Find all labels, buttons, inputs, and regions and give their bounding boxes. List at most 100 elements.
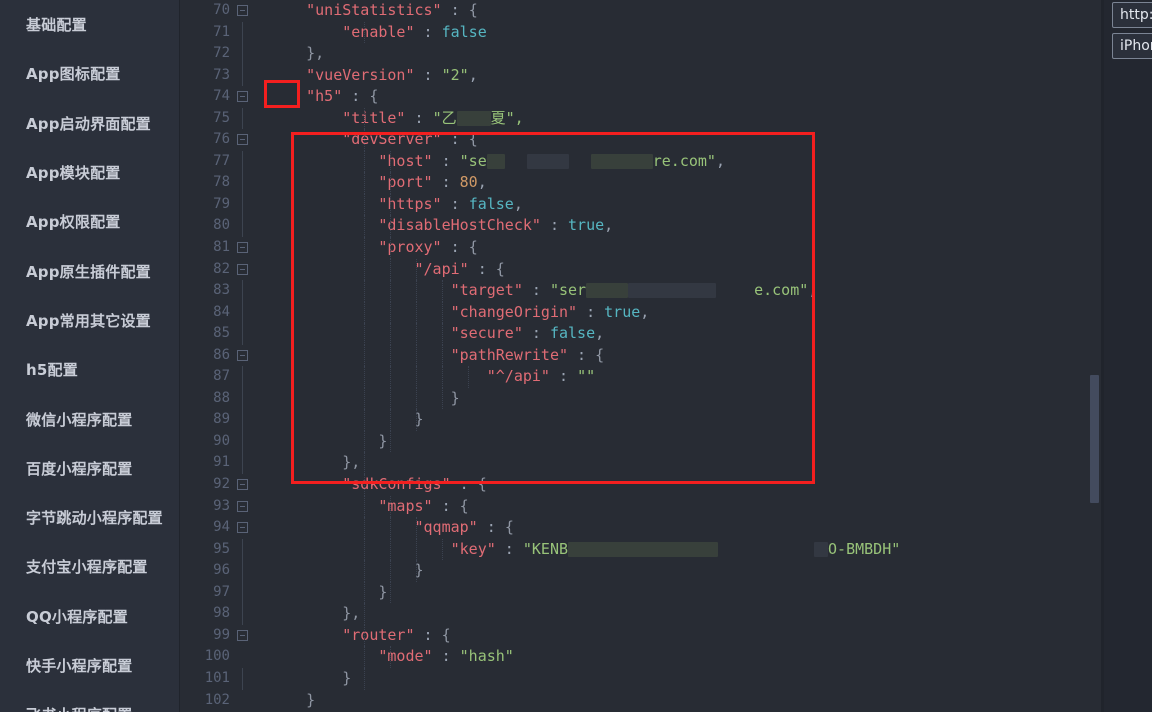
indent-guide bbox=[390, 646, 392, 668]
code-line[interactable]: "disableHostCheck" : true, bbox=[268, 215, 1152, 238]
code-content[interactable]: "uniStatistics" : { "enable" : false }, … bbox=[268, 0, 1152, 712]
code-token: { bbox=[369, 87, 379, 106]
sidebar-item-label: App原生插件配置 bbox=[26, 262, 151, 281]
gutter-row: 83 bbox=[180, 280, 268, 302]
code-line[interactable]: "proxy" : { bbox=[268, 237, 1152, 259]
code-line[interactable]: "/api" : { bbox=[268, 258, 1152, 281]
code-token: "se bbox=[459, 151, 487, 170]
code-line[interactable]: "uniStatistics" : { bbox=[268, 0, 1152, 22]
sidebar-item-10[interactable]: 字节跳动小程序配置 bbox=[0, 493, 179, 542]
code-line[interactable]: } bbox=[268, 667, 1152, 690]
sidebar-item-2[interactable]: App启动界面配置 bbox=[0, 99, 179, 148]
code-line[interactable]: }, bbox=[268, 603, 1152, 625]
code-line[interactable]: } bbox=[268, 690, 1152, 712]
preview-url-input[interactable]: http:// bbox=[1112, 2, 1152, 28]
code-line[interactable]: "https" : false, bbox=[268, 193, 1152, 216]
sidebar-item-1[interactable]: App图标配置 bbox=[0, 49, 179, 98]
indent-guide bbox=[364, 474, 366, 496]
code-fold-toggle-icon[interactable] bbox=[237, 5, 248, 16]
sidebar-item-3[interactable]: App模块配置 bbox=[0, 148, 179, 197]
code-fold-toggle-icon[interactable] bbox=[237, 479, 248, 491]
code-line[interactable]: "changeOrigin" : true, bbox=[268, 301, 1152, 324]
indent-guide bbox=[442, 344, 444, 367]
code-token: { bbox=[468, 130, 478, 149]
code-line[interactable]: } bbox=[268, 581, 1152, 604]
sidebar-item-0[interactable]: 基础配置 bbox=[0, 0, 179, 49]
code-fold-toggle-icon[interactable] bbox=[237, 349, 248, 361]
gutter-row: 84 bbox=[180, 301, 268, 324]
sidebar-item-7[interactable]: h5配置 bbox=[0, 345, 179, 394]
line-number: 79 bbox=[213, 195, 230, 212]
code-line[interactable]: "qqmap" : { bbox=[268, 517, 1152, 539]
code-line[interactable]: "secure" : false, bbox=[268, 323, 1152, 345]
code-token: : bbox=[441, 238, 469, 257]
sidebar-item-12[interactable]: QQ小程序配置 bbox=[0, 592, 179, 641]
preview-device-select[interactable]: iPhone bbox=[1112, 33, 1152, 59]
code-line[interactable]: "enable" : false bbox=[268, 21, 1152, 44]
code-fold-toggle-icon[interactable] bbox=[237, 522, 248, 534]
gutter-row: 91 bbox=[180, 452, 268, 475]
code-line[interactable]: "maps" : { bbox=[268, 495, 1152, 518]
sidebar-item-label: 支付宝小程序配置 bbox=[26, 558, 148, 577]
sidebar-item-5[interactable]: App原生插件配置 bbox=[0, 246, 179, 295]
sidebar-item-9[interactable]: 百度小程序配置 bbox=[0, 444, 179, 493]
code-line[interactable]: } bbox=[268, 387, 1152, 410]
code-fold-toggle-icon[interactable] bbox=[237, 263, 248, 275]
code-line[interactable]: "key" : "KENB O-BMBDH" bbox=[268, 538, 1152, 561]
code-token: "^/api" bbox=[486, 367, 550, 386]
gutter-row: 80 bbox=[180, 215, 268, 238]
code-line[interactable]: } bbox=[268, 430, 1152, 453]
indent-guide bbox=[416, 301, 418, 324]
vertical-scrollbar-track[interactable] bbox=[1090, 0, 1101, 712]
code-line[interactable]: "vueVersion" : "2", bbox=[268, 65, 1152, 87]
code-line[interactable]: "devServer" : { bbox=[268, 129, 1152, 151]
code-token: ", bbox=[505, 108, 524, 127]
code-token: { bbox=[495, 259, 505, 278]
sidebar-item-6[interactable]: App常用其它设置 bbox=[0, 296, 179, 345]
source-code-editor[interactable]: 70 71 72 73 74 75 76 77 78 79 80 81 82 83 84 85 86 87 88 89… bbox=[180, 0, 1152, 712]
gutter-row: 78 bbox=[180, 172, 268, 194]
sidebar-item-4[interactable]: App权限配置 bbox=[0, 197, 179, 246]
code-line[interactable]: "host" : "se re.com", bbox=[268, 150, 1152, 173]
sidebar-item-13[interactable]: 快手小程序配置 bbox=[0, 641, 179, 690]
code-line[interactable]: "port" : 80, bbox=[268, 172, 1152, 194]
code-line[interactable]: "mode" : "hash" bbox=[268, 646, 1152, 668]
indent-guide bbox=[390, 150, 392, 173]
line-number: 96 bbox=[213, 562, 230, 579]
gutter-row: 97 bbox=[180, 581, 268, 604]
sidebar-item-11[interactable]: 支付宝小程序配置 bbox=[0, 542, 179, 591]
code-line[interactable]: "target" : "ser e.com", bbox=[268, 280, 1152, 302]
code-fold-toggle-icon[interactable] bbox=[237, 134, 248, 146]
sidebar-item-8[interactable]: 微信小程序配置 bbox=[0, 394, 179, 443]
code-line[interactable]: "pathRewrite" : { bbox=[268, 344, 1152, 367]
code-line[interactable]: }, bbox=[268, 43, 1152, 65]
code-token: : bbox=[432, 173, 460, 192]
indent-guide bbox=[442, 280, 444, 302]
gutter-row: 94 bbox=[180, 517, 268, 539]
line-number: 102 bbox=[204, 691, 230, 708]
code-fold-toggle-icon[interactable] bbox=[237, 91, 248, 103]
code-line[interactable]: "h5" : { bbox=[268, 86, 1152, 108]
code-fold-toggle-icon[interactable] bbox=[237, 500, 248, 512]
code-line[interactable]: }, bbox=[268, 452, 1152, 475]
fold-guide-line bbox=[242, 323, 243, 345]
code-line[interactable]: } bbox=[268, 560, 1152, 582]
indent-guide bbox=[364, 517, 366, 539]
code-line[interactable]: "^/api" : "" bbox=[268, 366, 1152, 388]
code-line[interactable]: "router" : { bbox=[268, 624, 1152, 647]
code-fold-toggle-icon[interactable] bbox=[237, 242, 248, 254]
gutter-row: 101 bbox=[180, 667, 268, 690]
vertical-scrollbar-thumb[interactable] bbox=[1090, 375, 1099, 503]
sidebar-item-label: 百度小程序配置 bbox=[26, 459, 133, 478]
code-token: { bbox=[477, 475, 487, 494]
sidebar-item-14[interactable]: 飞书小程序配置 bbox=[0, 690, 179, 712]
code-line[interactable]: } bbox=[268, 409, 1152, 431]
code-line[interactable]: "sdkConfigs" : { bbox=[268, 474, 1152, 496]
code-line[interactable]: "title" : "乙 夏", bbox=[268, 107, 1152, 130]
gutter-row: 86 bbox=[180, 345, 268, 367]
code-fold-toggle-icon[interactable] bbox=[237, 629, 248, 641]
